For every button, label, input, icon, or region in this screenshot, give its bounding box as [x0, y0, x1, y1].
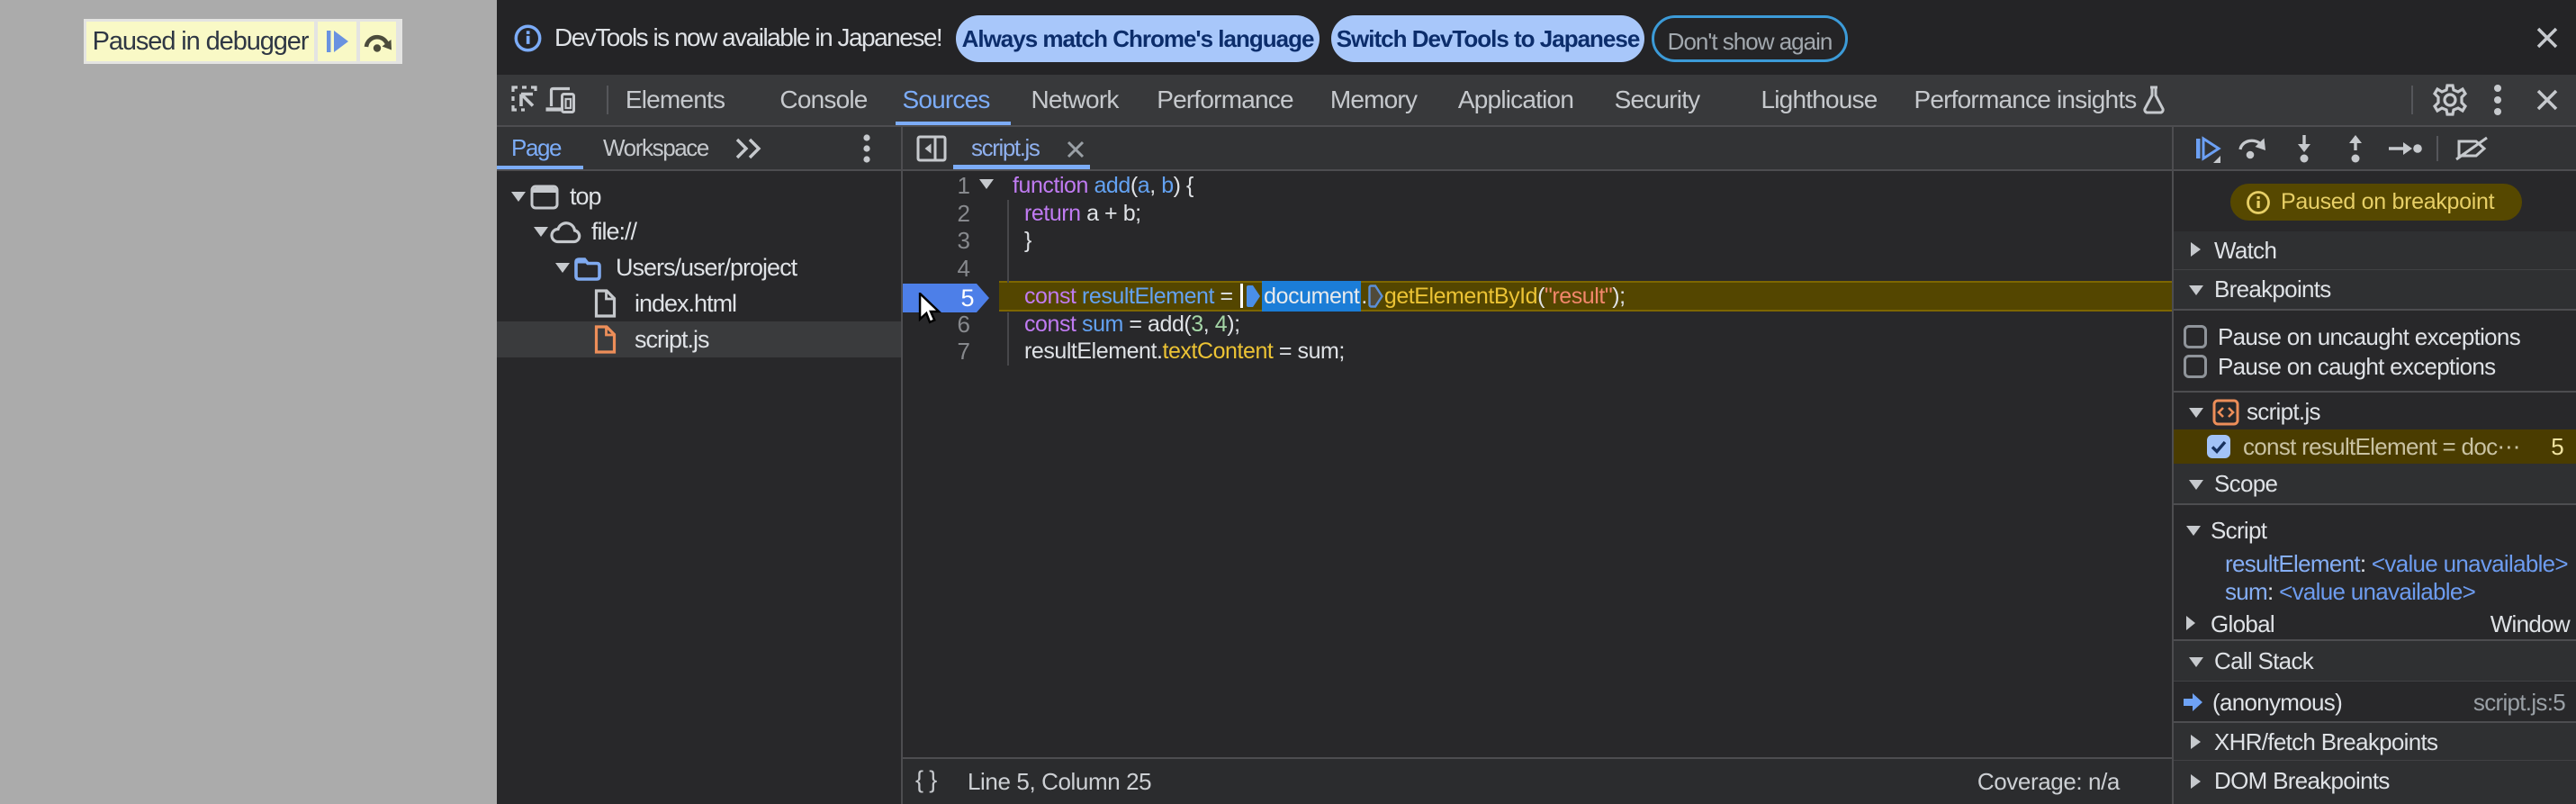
svg-text:5: 5 — [960, 285, 974, 312]
